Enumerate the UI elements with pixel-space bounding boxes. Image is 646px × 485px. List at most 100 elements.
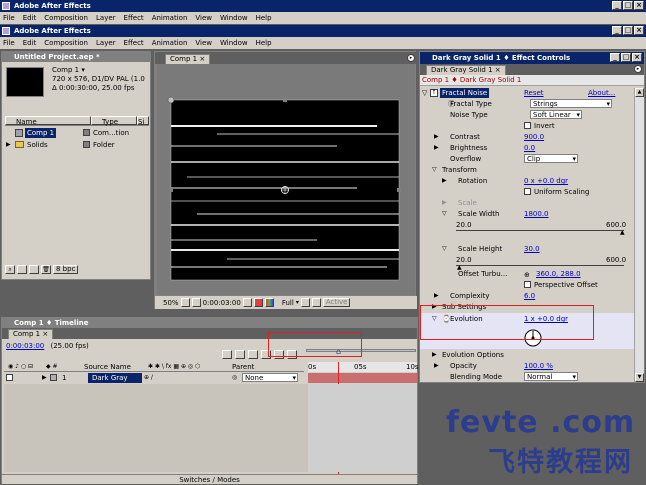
close-button[interactable]: × — [634, 1, 644, 10]
offset-value[interactable]: 360.0, 288.0 — [536, 269, 581, 279]
zoom-dropdown[interactable]: 50% — [163, 299, 179, 307]
ec-scrollbar[interactable]: ▲ ▼ — [634, 88, 644, 382]
blending-dropdown[interactable]: Normal — [524, 372, 578, 381]
snapshot-icon[interactable] — [242, 298, 252, 307]
menu-window[interactable]: Window — [220, 12, 248, 24]
expand-triangle-icon[interactable]: ▶ — [434, 132, 439, 142]
menu-layer[interactable]: Layer — [96, 12, 116, 24]
maximize-button-2[interactable]: □ — [623, 26, 633, 35]
timeline-timecode[interactable]: 0:00:03:00 — [6, 342, 44, 350]
pickwhip-icon[interactable]: ◎ — [232, 373, 237, 383]
col-parent[interactable]: Parent — [232, 362, 254, 372]
layer-switches-icon[interactable]: ⊕ / — [144, 373, 153, 383]
collapse-triangle-icon[interactable]: ▽ — [432, 165, 437, 175]
panel-menu-icon[interactable]: ▸ — [407, 54, 415, 62]
menu-composition[interactable]: Composition — [44, 12, 88, 24]
close-button-2[interactable]: × — [634, 26, 644, 35]
menu-animation[interactable]: Animation — [152, 12, 188, 24]
menu-edit[interactable]: Edit — [23, 12, 37, 24]
scale-height-slider[interactable] — [456, 265, 624, 266]
uniform-scaling-checkbox[interactable] — [524, 188, 531, 195]
fractal-type-dropdown[interactable]: Strings — [530, 99, 612, 108]
scroll-down-icon[interactable]: ▼ — [635, 373, 644, 382]
switches-modes-toggle[interactable]: Switches / Modes — [2, 474, 417, 484]
expand-triangle-icon[interactable]: ▶ — [434, 291, 439, 301]
channels-icon[interactable] — [264, 298, 274, 307]
draft-3d-icon[interactable] — [235, 350, 245, 359]
new-comp-icon[interactable] — [29, 264, 39, 274]
collapse-triangle-icon[interactable]: ▽ — [422, 88, 427, 98]
menu-view-2[interactable]: View — [195, 37, 212, 49]
ec-maximize-button[interactable]: □ — [621, 53, 631, 62]
menu-animation-2[interactable]: Animation — [152, 37, 188, 49]
parent-dropdown[interactable]: None — [242, 373, 298, 382]
col-name[interactable]: Name — [5, 116, 91, 126]
collapse-triangle-icon[interactable]: ▽ — [442, 209, 447, 219]
menu-file-2[interactable]: File — [3, 37, 15, 49]
opacity-value[interactable]: 100.0 % — [524, 361, 553, 371]
scale-width-slider[interactable] — [456, 230, 624, 231]
bpc-button[interactable]: 8 bpc — [53, 264, 79, 274]
find-icon[interactable]: ⌕ — [5, 264, 15, 274]
scroll-up-icon[interactable]: ▲ — [635, 88, 644, 97]
layer-label-swatch[interactable] — [50, 374, 57, 381]
menu-effect-2[interactable]: Effect — [124, 37, 144, 49]
minimize-button[interactable]: _ — [612, 1, 622, 10]
rotation-value[interactable]: 0 x +0.0 dgr — [524, 176, 568, 186]
brightness-value[interactable]: 0.0 — [524, 143, 535, 153]
resolution-dropdown[interactable]: Full — [282, 299, 294, 307]
project-item-comp[interactable]: Comp 1 Com...tion — [5, 128, 149, 138]
reset-link[interactable]: Reset — [524, 88, 544, 98]
menu-window-2[interactable]: Window — [220, 37, 248, 49]
time-ruler[interactable]: 0s 05s 10s — [308, 362, 419, 372]
scale-width-value[interactable]: 1800.0 — [524, 209, 549, 219]
menu-file[interactable]: File — [3, 12, 15, 24]
ec-tab[interactable]: Dark Gray Solid 1 × — [426, 65, 506, 75]
menu-effect[interactable]: Effect — [124, 12, 144, 24]
expand-triangle-icon[interactable]: ▶ — [434, 361, 439, 371]
maximize-button[interactable]: □ — [623, 1, 633, 10]
trash-icon[interactable]: 🗑 — [41, 264, 51, 274]
timeline-tab[interactable]: Comp 1 × — [8, 329, 54, 339]
video-eye-icon[interactable] — [6, 374, 13, 381]
crosshair-icon[interactable]: ⊕ — [524, 270, 530, 280]
layer-row[interactable]: ▶ 1 Dark Gray ⊕ / ◎ None — [4, 373, 304, 383]
menu-help-2[interactable]: Help — [256, 37, 272, 49]
noise-type-dropdown[interactable]: Soft Linear — [530, 110, 582, 119]
comp-timecode[interactable]: 0:00:03:00 — [203, 299, 241, 307]
minimize-button-2[interactable]: _ — [612, 26, 622, 35]
collapse-triangle-icon[interactable]: ▽ — [442, 244, 447, 254]
col-source-name[interactable]: Source Name — [84, 362, 131, 372]
channel-red-icon[interactable] — [253, 298, 263, 307]
menu-edit-2[interactable]: Edit — [23, 37, 37, 49]
expand-triangle-icon[interactable]: ▶ — [434, 143, 439, 153]
grid-icon[interactable] — [191, 298, 201, 307]
scale-height-value[interactable]: 30.0 — [524, 244, 540, 254]
expand-triangle-icon[interactable]: ▶ — [432, 350, 437, 360]
invert-checkbox[interactable] — [524, 122, 531, 129]
layer-name[interactable]: Dark Gray — [88, 373, 142, 383]
transparency-icon[interactable] — [311, 298, 321, 307]
complexity-value[interactable]: 6.0 — [524, 291, 535, 301]
project-comp-name[interactable]: Comp 1 ▾ — [52, 66, 145, 75]
ec-minimize-button[interactable]: _ — [610, 53, 620, 62]
expand-triangle-icon[interactable]: ▶ — [442, 176, 447, 186]
col-size[interactable]: Si — [137, 116, 149, 126]
perspective-checkbox[interactable] — [524, 281, 531, 288]
active-camera-dropdown[interactable]: Active — [322, 298, 351, 307]
comp-flowchart-icon[interactable] — [222, 350, 232, 359]
effect-name[interactable]: Fractal Noise — [440, 88, 490, 98]
ec-close-button[interactable]: × — [632, 53, 642, 62]
comp-viewport[interactable] — [157, 64, 415, 295]
slider-handle-icon[interactable]: ▲ — [620, 228, 625, 238]
about-link[interactable]: About... — [588, 88, 615, 98]
expand-triangle-icon[interactable]: ▶ — [6, 140, 14, 150]
expand-triangle-icon[interactable]: ▶ — [42, 373, 47, 383]
safe-zones-icon[interactable] — [180, 298, 190, 307]
roi-icon[interactable] — [300, 298, 310, 307]
menu-composition-2[interactable]: Composition — [44, 37, 88, 49]
contrast-value[interactable]: 900.0 — [524, 132, 544, 142]
folder-new-icon[interactable] — [17, 264, 27, 274]
shy-icon[interactable] — [248, 350, 258, 359]
comp-tab[interactable]: Comp 1 × — [165, 54, 211, 64]
